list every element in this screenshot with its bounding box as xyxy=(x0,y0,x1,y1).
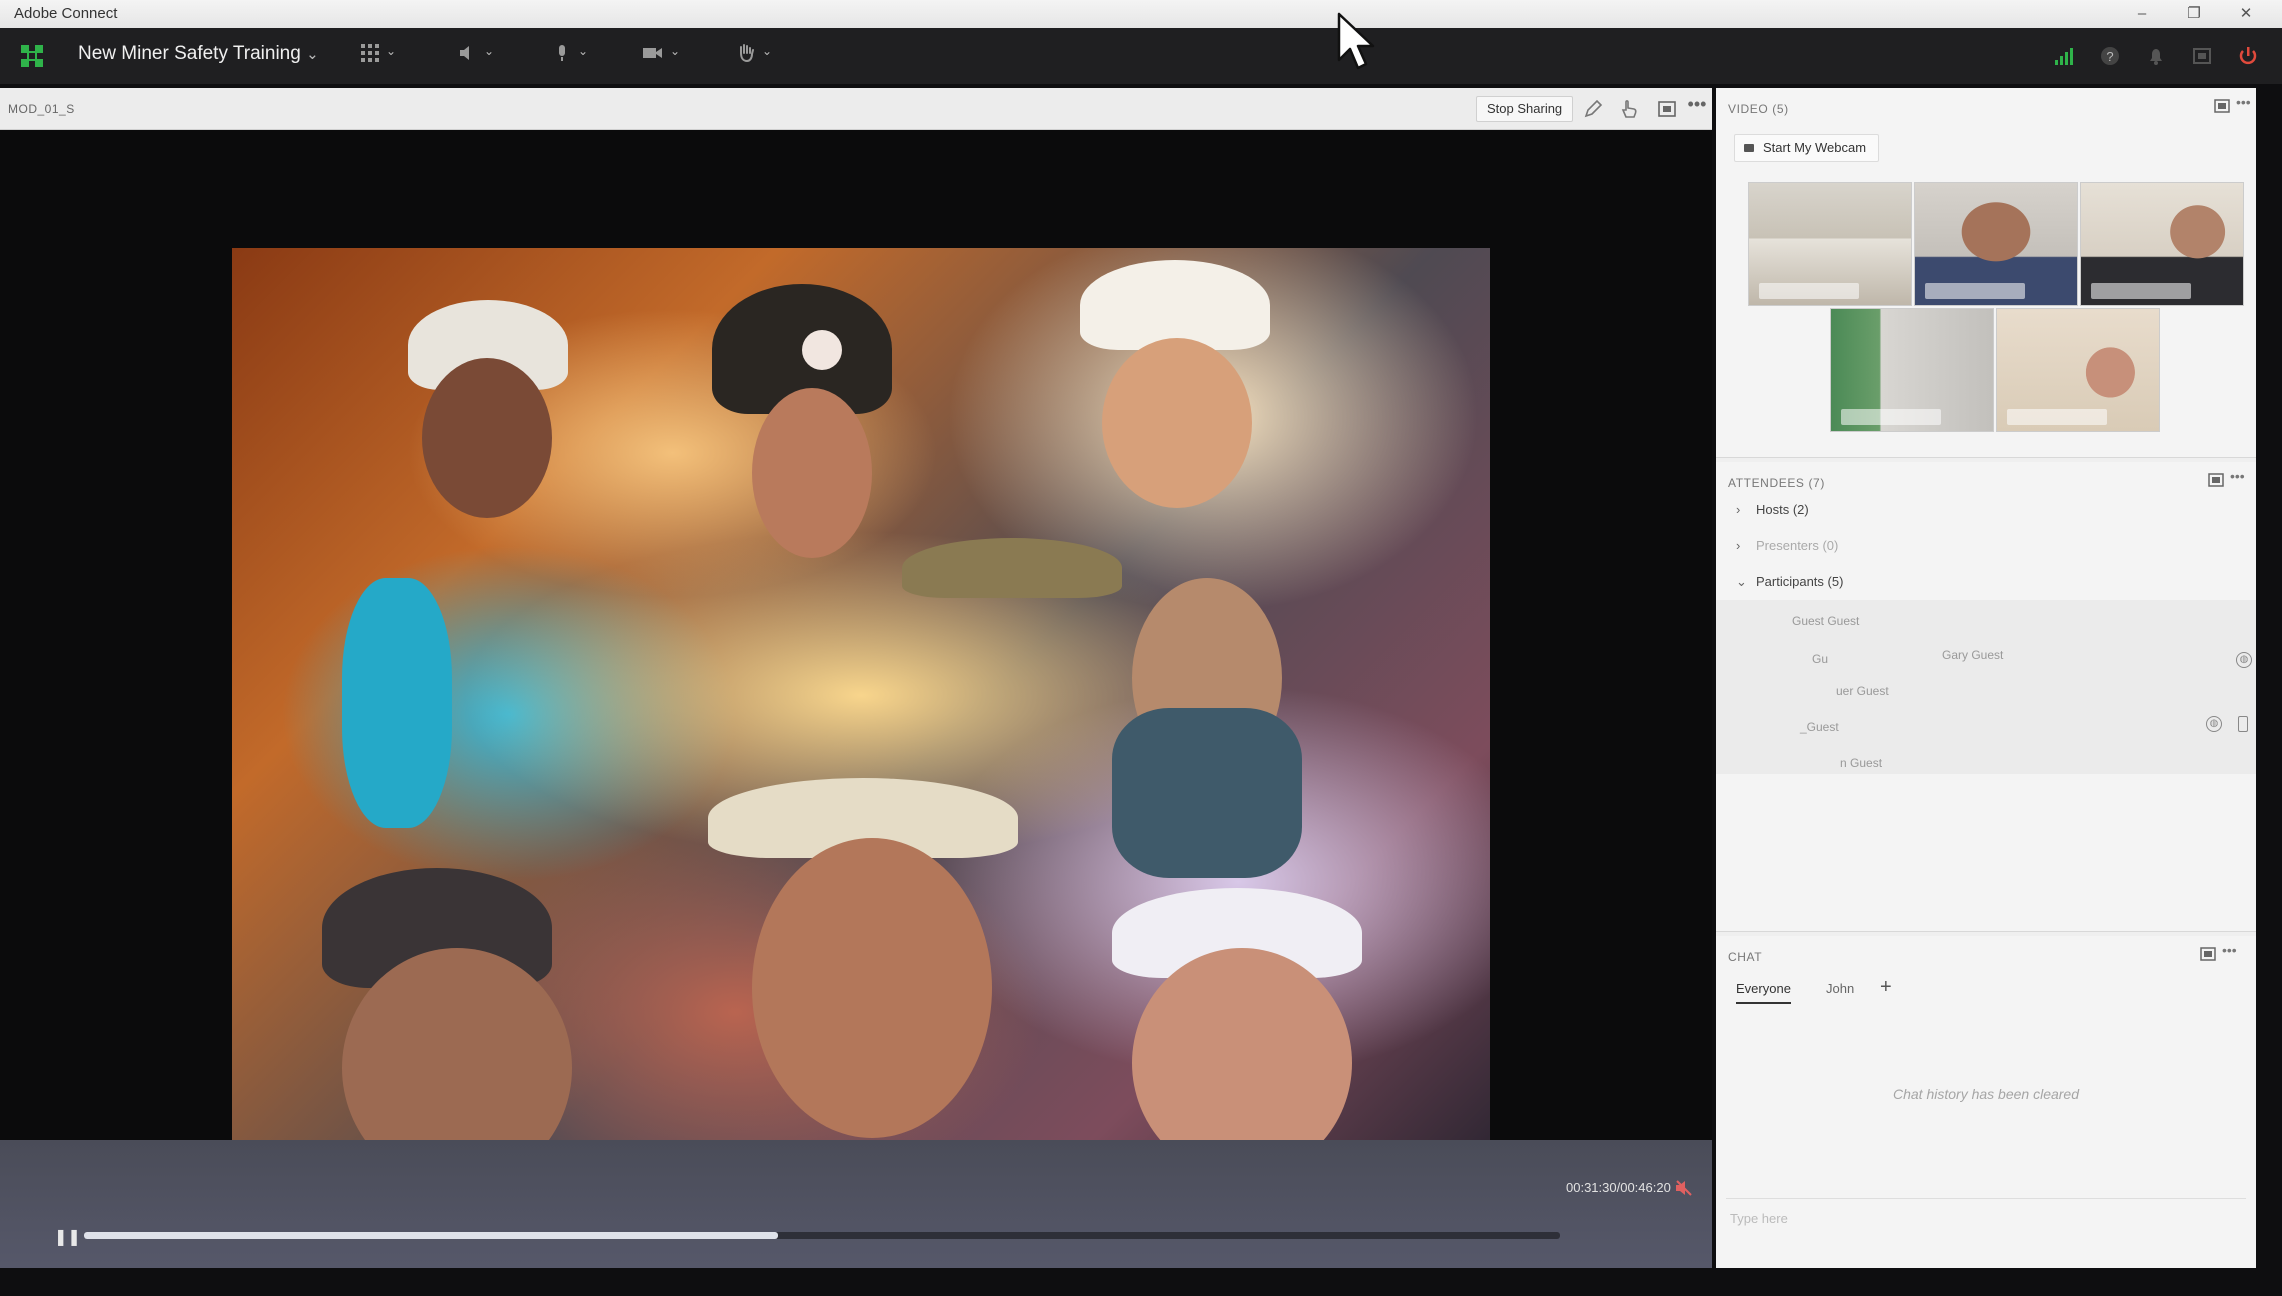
pause-icon[interactable]: ❚❚ xyxy=(54,1227,81,1246)
webcam-tile[interactable] xyxy=(2080,182,2244,306)
right-pods-column: VIDEO (5) ••• Start My Webcam ATTENDEES … xyxy=(1716,88,2256,1268)
attendee-group-hosts[interactable]: › Hosts (2) xyxy=(1736,502,1809,517)
window-title-bar: Adobe Connect – ❐ ✕ xyxy=(0,0,2282,28)
chevron-down-icon: ⌄ xyxy=(484,44,495,58)
attendee-group-presenters[interactable]: › Presenters (0) xyxy=(1736,538,1838,553)
raise-hand-icon xyxy=(740,44,754,63)
apps-grid-menu[interactable]: ⌄ xyxy=(360,42,396,70)
chevron-down-icon: ⌄ xyxy=(386,44,397,58)
help-icon[interactable]: ? xyxy=(2098,44,2122,68)
raise-hand-menu[interactable]: ⌄ xyxy=(736,42,772,70)
minimize-button[interactable]: – xyxy=(2122,0,2162,28)
chevron-down-icon: ⌄ xyxy=(578,44,589,58)
chevron-down-icon: ⌄ xyxy=(670,44,681,58)
chat-pod-title: CHAT xyxy=(1728,950,1763,964)
speaker-menu[interactable]: ⌄ xyxy=(458,42,494,70)
attendees-pod-title: ATTENDEES (7) xyxy=(1728,476,1825,490)
chevron-right-icon: › xyxy=(1736,502,1741,517)
more-options-icon[interactable]: ••• xyxy=(2230,468,2245,484)
participant-name[interactable]: Guest Guest xyxy=(1792,614,1859,628)
close-button[interactable]: ✕ xyxy=(2226,0,2266,28)
more-options-icon[interactable]: ••• xyxy=(2236,94,2251,110)
webcam-name-bar xyxy=(1759,283,1859,299)
chat-input[interactable]: Type here xyxy=(1726,1198,2246,1238)
mute-icon[interactable] xyxy=(1674,1178,1694,1198)
chevron-down-icon: ⌄ xyxy=(306,46,319,63)
participant-name[interactable]: Gary Guest xyxy=(1942,648,2003,662)
attendees-pod: ATTENDEES (7) ••• › Hosts (2) › Presenters… xyxy=(1716,462,2256,932)
shared-video-stage xyxy=(0,130,1712,1180)
globe-icon: ◍ xyxy=(2236,652,2252,668)
adobe-connect-window: Adobe Connect – ❐ ✕ New Miner Safety Tra… xyxy=(0,0,2282,1296)
more-options-icon[interactable]: ••• xyxy=(2222,942,2237,958)
apps-grid-icon xyxy=(361,44,379,63)
fullscreen-icon[interactable] xyxy=(2190,44,2214,68)
share-pod: MOD_01_S Stop Sharing ••• ❚❚ 00:31:30/00… xyxy=(0,88,1712,1268)
speaker-icon xyxy=(460,46,469,61)
chat-pod: CHAT ••• Everyone John + Chat history ha… xyxy=(1716,936,2256,1268)
chevron-down-icon: ⌄ xyxy=(1736,574,1747,589)
group-label: Hosts (2) xyxy=(1756,502,1809,517)
svg-text:?: ? xyxy=(2106,49,2113,64)
more-options-icon[interactable]: ••• xyxy=(1686,94,1708,116)
chevron-right-icon: › xyxy=(1736,538,1741,553)
participant-name[interactable]: uer Guest xyxy=(1836,684,1889,698)
seek-bar[interactable] xyxy=(84,1232,1560,1239)
meeting-toolbar: New Miner Safety Training ⌄ ⌄ ⌄ ⌄ ⌄ ⌄ ? xyxy=(0,28,2282,84)
webcam-name-bar xyxy=(1925,283,2025,299)
camera-icon xyxy=(643,48,662,59)
video-pod: VIDEO (5) ••• Start My Webcam xyxy=(1716,88,2256,458)
start-webcam-button[interactable]: Start My Webcam xyxy=(1734,134,1880,162)
webcam-icon xyxy=(1744,144,1754,152)
microphone-menu[interactable]: ⌄ xyxy=(552,42,588,70)
attendee-group-participants[interactable]: ⌄ Participants (5) xyxy=(1736,574,1843,590)
webcam-name-bar xyxy=(1841,409,1941,425)
mouse-cursor-icon xyxy=(1337,12,1375,70)
playback-time: 00:31:30/00:46:20 xyxy=(1566,1180,1671,1195)
participant-name[interactable]: _Guest xyxy=(1800,720,1839,734)
chat-tab-john[interactable]: John xyxy=(1826,981,1854,996)
pencil-icon[interactable] xyxy=(1582,98,1604,120)
video-pod-title: VIDEO (5) xyxy=(1728,102,1789,116)
shared-video-frame[interactable] xyxy=(232,248,1490,1180)
webcam-tile[interactable] xyxy=(1914,182,2078,306)
fullscreen-icon[interactable] xyxy=(2214,98,2230,114)
meeting-name: New Miner Safety Training xyxy=(78,43,301,64)
notifications-icon[interactable] xyxy=(2144,44,2168,68)
webcam-tile[interactable] xyxy=(1748,182,1912,306)
window-title: Adobe Connect xyxy=(14,5,118,22)
group-label: Presenters (0) xyxy=(1756,538,1839,553)
stop-sharing-button[interactable]: Stop Sharing xyxy=(1476,96,1574,122)
connection-signal-icon[interactable] xyxy=(2052,44,2076,68)
microphone-icon xyxy=(559,45,565,62)
webcam-name-bar xyxy=(2091,283,2191,299)
webcam-name-bar xyxy=(2007,409,2107,425)
globe-icon: ◍ xyxy=(2206,716,2222,732)
webcam-tile[interactable] xyxy=(1830,308,1994,432)
chat-tab-everyone[interactable]: Everyone xyxy=(1736,981,1791,1004)
restore-button[interactable]: ❐ xyxy=(2174,0,2214,28)
start-webcam-label: Start My Webcam xyxy=(1763,140,1867,155)
group-label: Participants (5) xyxy=(1756,574,1844,589)
pointer-hand-icon[interactable] xyxy=(1618,98,1640,120)
webcam-tile[interactable] xyxy=(1996,308,2160,432)
meeting-name-menu[interactable]: New Miner Safety Training ⌄ xyxy=(78,43,319,65)
chevron-down-icon: ⌄ xyxy=(762,44,773,58)
seek-bar-progress xyxy=(84,1232,778,1239)
video-playback-bar: ❚❚ 00:31:30/00:46:20 xyxy=(0,1140,1712,1268)
mobile-device-icon xyxy=(2238,716,2248,732)
fullscreen-icon[interactable] xyxy=(2200,946,2216,962)
fullscreen-icon[interactable] xyxy=(1656,98,1678,120)
fullscreen-icon[interactable] xyxy=(2208,472,2224,488)
share-pod-header: MOD_01_S Stop Sharing ••• xyxy=(0,88,1712,130)
share-pod-title: MOD_01_S xyxy=(8,102,75,116)
connect-logo-icon[interactable] xyxy=(20,44,44,68)
camera-menu[interactable]: ⌄ xyxy=(642,42,680,70)
participant-name[interactable]: n Guest xyxy=(1840,756,1882,770)
power-icon[interactable] xyxy=(2236,44,2260,68)
chat-history-message: Chat history has been cleared xyxy=(1893,1086,2079,1102)
participant-name[interactable]: Gu xyxy=(1812,652,1828,666)
add-chat-tab-button[interactable]: + xyxy=(1880,976,1892,999)
